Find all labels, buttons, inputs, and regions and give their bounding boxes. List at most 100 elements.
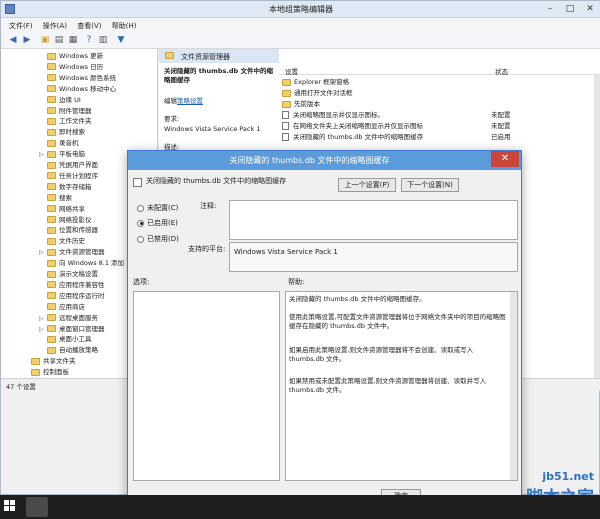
- expander-icon[interactable]: ▷: [39, 247, 45, 258]
- tree-item-label: 位置和传感器: [59, 226, 98, 235]
- tree-item[interactable]: 录音机: [39, 138, 79, 149]
- platform-box: Windows Vista Service Pack 1: [229, 242, 518, 272]
- setting-name: 先前版本: [294, 100, 320, 108]
- tree-item[interactable]: ▷ 文件资源管理器: [39, 247, 105, 258]
- tree-item[interactable]: 位置和传感器: [39, 225, 98, 236]
- help-scrollbar[interactable]: [510, 292, 517, 480]
- tree-item[interactable]: 自动播放策略: [39, 345, 98, 356]
- taskbar-gpedit-icon[interactable]: [26, 497, 48, 517]
- expander-icon[interactable]: ▷: [39, 313, 45, 324]
- previous-setting-button[interactable]: 上一个设置(P): [338, 178, 396, 192]
- tree-item[interactable]: 搜索: [39, 193, 72, 204]
- maximize-icon[interactable]: □: [561, 2, 579, 16]
- policy-setting-icon: [282, 111, 289, 119]
- menu-view[interactable]: 查看(V): [77, 21, 101, 31]
- tree-item[interactable]: 即时搜索: [39, 127, 85, 138]
- setting-row[interactable]: 在网络文件夹上关闭缩略图显示并仅显示图标 未配置: [282, 121, 592, 132]
- tree-item[interactable]: 网络共享: [39, 204, 85, 215]
- tree-item[interactable]: 应用商店: [39, 302, 85, 313]
- column-status[interactable]: 状态: [495, 66, 508, 76]
- tree-item[interactable]: 共享文件夹: [23, 356, 76, 367]
- tree-item[interactable]: ▷ 平板电脑: [39, 149, 85, 160]
- tree-item[interactable]: 附件管理器: [39, 106, 92, 117]
- next-setting-button[interactable]: 下一个设置(N): [401, 178, 459, 192]
- folder-icon: [31, 368, 40, 376]
- tree-item-label: 数字存储箱: [59, 182, 92, 191]
- tree-item[interactable]: 数字存储箱: [39, 182, 92, 193]
- tree-item-label: 文件历史: [59, 237, 85, 246]
- title-bar: 本地组策略编辑器 – □ ✕: [1, 1, 600, 18]
- tree-item-label: 文件资源管理器: [59, 248, 105, 257]
- comment-textarea[interactable]: [229, 200, 518, 240]
- radio-disabled[interactable]: 已禁用(D): [137, 234, 179, 244]
- minimize-icon[interactable]: –: [541, 2, 559, 16]
- folder-icon: [47, 139, 56, 147]
- tree-item[interactable]: 凭据用户界面: [39, 160, 98, 171]
- menu-action[interactable]: 操作(A): [43, 21, 67, 31]
- tree-item[interactable]: 桌面小工具: [39, 334, 92, 345]
- help-label: 帮助:: [288, 278, 305, 286]
- tree-item[interactable]: Windows 移动中心: [39, 84, 116, 95]
- edit-policy-link[interactable]: 策略设置: [177, 97, 203, 105]
- back-icon[interactable]: ◀: [7, 34, 19, 46]
- close-icon[interactable]: ✕: [581, 2, 599, 16]
- show-hide-tree-icon[interactable]: ▤: [53, 34, 65, 46]
- tree-item[interactable]: 边缘 UI: [39, 95, 81, 106]
- radio-not-configured-circle[interactable]: [137, 204, 144, 212]
- setting-row[interactable]: Explorer 框架窗格: [282, 77, 592, 88]
- start-icon[interactable]: [4, 500, 16, 512]
- tree-item[interactable]: 应用程序兼容性: [39, 280, 105, 291]
- radio-not-configured[interactable]: 未配置(C): [137, 203, 178, 213]
- tree-item[interactable]: ▷ 远程桌面服务: [39, 313, 98, 324]
- tree-item[interactable]: 文件历史: [39, 236, 85, 247]
- folder-icon: [47, 128, 56, 136]
- dialog-header: 关闭隐藏的 thumbs.db 文件中的缩略图缓存: [146, 177, 287, 185]
- tree-item[interactable]: 演示文稿设置: [39, 269, 98, 280]
- tree-item[interactable]: ▷ 桌面窗口管理器: [39, 324, 105, 335]
- details-scrollbar[interactable]: [594, 75, 600, 378]
- column-header: 设置 状态: [279, 49, 600, 76]
- menu-help[interactable]: 帮助(H): [112, 21, 137, 31]
- comment-label: 注释:: [200, 202, 217, 210]
- edit-policy-line: 编辑策略设置: [164, 97, 203, 106]
- help-icon[interactable]: ?: [83, 34, 95, 46]
- setting-row[interactable]: 关闭隐藏的 thumbs.db 文件中的缩略图缓存 已启用: [282, 132, 592, 143]
- menu-file[interactable]: 文件(F): [9, 21, 33, 31]
- setting-row[interactable]: 通用打开文件对话框: [282, 88, 592, 99]
- tree-item[interactable]: 任务计划程序: [39, 171, 98, 182]
- expander-icon[interactable]: ▷: [39, 149, 45, 160]
- expander-icon[interactable]: ▷: [39, 324, 45, 335]
- tree-item[interactable]: Windows 日历: [39, 62, 103, 73]
- folder-icon: [47, 85, 56, 93]
- up-folder-icon[interactable]: ▣: [39, 34, 51, 46]
- folder-icon: [47, 270, 56, 278]
- tree-item-label: 桌面小工具: [59, 335, 92, 344]
- tree-item[interactable]: 向 Windows 8.1 添加: [39, 258, 124, 269]
- radio-enabled[interactable]: 已启用(E): [137, 218, 178, 228]
- tree-item-label: 网络共享: [59, 204, 85, 213]
- forward-icon[interactable]: ▶: [21, 34, 33, 46]
- filter-icon[interactable]: ▼: [115, 34, 127, 46]
- setting-status: 未配置: [491, 111, 511, 119]
- help-para-1: 关闭隐藏的 thumbs.db 文件中的缩略图缓存。: [289, 295, 426, 303]
- setting-row[interactable]: 关闭缩略图显示并仅显示图标。 未配置: [282, 110, 592, 121]
- tree-item[interactable]: 网络投影仪: [39, 215, 92, 226]
- setting-name: 关闭隐藏的 thumbs.db 文件中的缩略图缓存: [293, 133, 424, 141]
- policy-icon: [133, 178, 142, 187]
- tree-item[interactable]: 工作文件夹: [39, 116, 92, 127]
- properties-icon[interactable]: ▥: [97, 34, 109, 46]
- radio-not-configured-label: 未配置(C): [147, 204, 179, 212]
- tree-item[interactable]: 应用程序运行时: [39, 291, 105, 302]
- setting-row[interactable]: 先前版本: [282, 99, 592, 110]
- edit-prefix: 编辑: [164, 97, 177, 105]
- dialog-close-icon[interactable]: ✕: [491, 151, 519, 167]
- setting-name: Explorer 框架窗格: [294, 78, 350, 86]
- radio-disabled-circle[interactable]: [137, 235, 144, 243]
- tree-item[interactable]: 控制面板: [23, 367, 69, 378]
- export-list-icon[interactable]: ▦: [67, 34, 79, 46]
- tree-item[interactable]: Windows 更新: [39, 51, 103, 62]
- column-setting[interactable]: 设置: [285, 66, 298, 76]
- dialog-title: 关闭隐藏的 thumbs.db 文件中的缩略图缓存: [229, 156, 390, 165]
- tree-item[interactable]: Windows 颜色系统: [39, 73, 116, 84]
- radio-enabled-circle[interactable]: [137, 219, 144, 227]
